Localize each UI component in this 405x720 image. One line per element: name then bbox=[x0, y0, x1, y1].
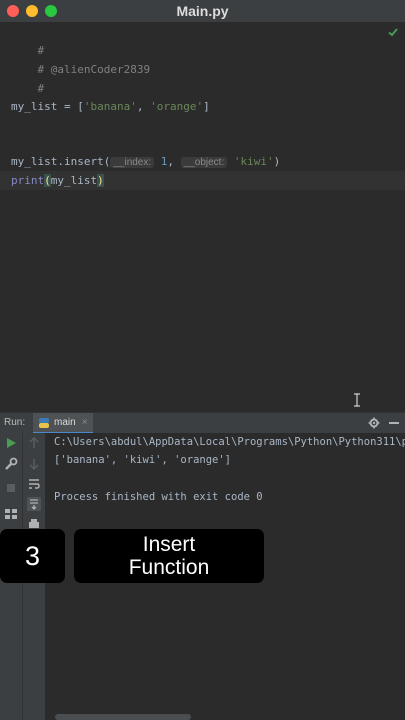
console-output-line: ['banana', 'kiwi', 'orange'] bbox=[54, 454, 232, 466]
matched-paren: ) bbox=[97, 174, 104, 187]
horizontal-scrollbar[interactable] bbox=[55, 714, 191, 720]
run-tab-main[interactable]: main × bbox=[33, 413, 93, 434]
soft-wrap-icon[interactable] bbox=[27, 477, 41, 491]
code-line-1: # bbox=[11, 22, 45, 57]
rerun-icon[interactable] bbox=[4, 436, 18, 450]
python-icon bbox=[39, 417, 49, 428]
wrench-icon[interactable] bbox=[4, 457, 18, 471]
check-icon bbox=[388, 28, 398, 37]
console-path-line: C:\Users\abdul\AppData\Local\Programs\Py… bbox=[54, 436, 405, 448]
code-line-insert: my_list.insert(__index: 1, __object: 'ki… bbox=[11, 152, 280, 171]
param-hint-object: __object: bbox=[180, 157, 228, 168]
run-panel-header: Run: main × bbox=[0, 412, 405, 434]
run-tab-label: main bbox=[54, 417, 76, 428]
code-token: my_list.insert( bbox=[11, 155, 111, 168]
arrow-up-icon[interactable] bbox=[27, 436, 41, 450]
code-token: my_list = [ bbox=[11, 100, 84, 113]
code-line-list-def: my_list = ['banana', 'orange'] bbox=[11, 97, 210, 116]
window-title: Main.py bbox=[176, 3, 229, 19]
param-hint-index: __index: bbox=[110, 157, 155, 168]
comment-text: # bbox=[37, 82, 45, 95]
run-label: Run: bbox=[4, 417, 26, 428]
code-token: , bbox=[167, 155, 181, 168]
close-tab-icon[interactable]: × bbox=[82, 417, 88, 428]
code-line-2: # @alienCoder2839 bbox=[11, 41, 151, 76]
code-token: ] bbox=[203, 100, 210, 113]
arrow-down-icon[interactable] bbox=[27, 457, 41, 471]
code-editor[interactable]: # # @alienCoder2839 # my_list = ['banana… bbox=[0, 22, 405, 412]
caption-badge: Insert Function bbox=[74, 529, 264, 583]
code-token: ) bbox=[273, 155, 281, 168]
gear-icon[interactable] bbox=[368, 417, 380, 429]
matched-paren: ( bbox=[44, 174, 51, 187]
builtin-function: print bbox=[11, 174, 45, 187]
code-line-print: print(my_list) bbox=[11, 171, 104, 190]
string-literal: 'kiwi' bbox=[233, 155, 274, 168]
scroll-to-end-icon[interactable] bbox=[27, 497, 41, 511]
layout-icon[interactable] bbox=[4, 507, 18, 521]
minimize-panel-icon[interactable] bbox=[389, 422, 399, 424]
maximize-window-button[interactable] bbox=[45, 5, 57, 17]
string-literal: 'orange' bbox=[150, 100, 204, 113]
caption-title: Insert Function bbox=[128, 533, 210, 579]
code-token: my_list bbox=[50, 174, 98, 187]
close-window-button[interactable] bbox=[7, 5, 19, 17]
string-literal: 'banana' bbox=[83, 100, 137, 113]
console-exit-line: Process finished with exit code 0 bbox=[54, 491, 263, 503]
text-cursor-icon bbox=[354, 393, 360, 407]
minimize-window-button[interactable] bbox=[26, 5, 38, 17]
comment-text: # @alienCoder2839 bbox=[37, 63, 151, 76]
step-number-badge: 3 bbox=[0, 529, 65, 583]
code-line-3: # bbox=[11, 60, 45, 95]
code-token: , bbox=[136, 100, 151, 113]
window-title-bar: Main.py bbox=[0, 0, 405, 22]
stop-icon[interactable] bbox=[4, 481, 18, 495]
